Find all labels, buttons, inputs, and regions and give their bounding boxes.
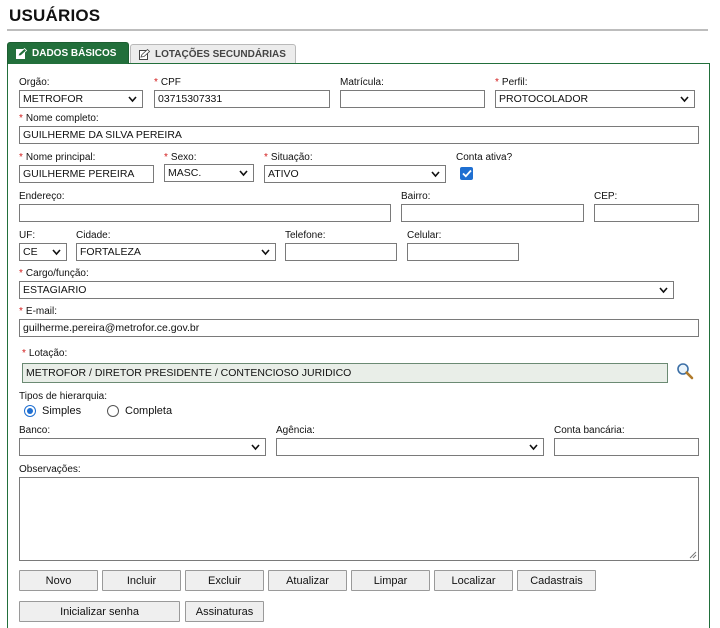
- hierarquia-label: Tipos de hierarquia:: [19, 391, 108, 402]
- conta-ativa-checkbox[interactable]: [460, 167, 473, 180]
- sexo-label: * Sexo:: [164, 152, 197, 163]
- page-title: USUÁRIOS: [9, 6, 101, 25]
- chevron-down-icon: [251, 444, 260, 451]
- perfil-value: PROTOCOLADOR: [499, 93, 589, 105]
- agencia-select[interactable]: [276, 438, 544, 456]
- email-input[interactable]: [19, 319, 699, 337]
- bairro-label: Bairro:: [401, 191, 431, 202]
- perfil-select[interactable]: PROTOCOLADOR: [495, 90, 695, 108]
- localizar-button[interactable]: Localizar: [434, 570, 513, 591]
- assinaturas-button[interactable]: Assinaturas: [185, 601, 264, 622]
- limpar-button[interactable]: Limpar: [351, 570, 430, 591]
- chevron-down-icon: [431, 171, 440, 178]
- incluir-button[interactable]: Incluir: [102, 570, 181, 591]
- email-label: * E-mail:: [19, 306, 58, 317]
- nome-principal-label: * Nome principal:: [19, 152, 96, 163]
- search-icon[interactable]: [676, 362, 694, 380]
- cidade-value: FORTALEZA: [80, 246, 141, 258]
- cep-label: CEP:: [594, 191, 618, 202]
- edit-icon: [139, 48, 150, 60]
- nome-completo-input[interactable]: [19, 126, 699, 144]
- matricula-input[interactable]: [340, 90, 485, 108]
- orgao-label: Orgão:: [19, 77, 50, 88]
- chevron-down-icon: [239, 170, 248, 177]
- tab-label: DADOS BÁSICOS: [32, 48, 117, 59]
- lotacao-label: * Lotação:: [22, 348, 68, 359]
- bairro-input[interactable]: [401, 204, 584, 222]
- hierarquia-simples-radio[interactable]: [24, 405, 36, 417]
- situacao-value: ATIVO: [268, 168, 299, 180]
- lotacao-input[interactable]: [22, 363, 668, 383]
- form-panel: Orgão: METROFOR *CPF Matrícula: *Perfil:…: [7, 63, 710, 628]
- hierarquia-completa-label: Completa: [125, 405, 173, 417]
- banco-select[interactable]: [19, 438, 266, 456]
- chevron-down-icon: [680, 96, 689, 103]
- telefone-label: Telefone:: [285, 230, 326, 241]
- cargo-value: ESTAGIARIO: [23, 284, 87, 296]
- excluir-button[interactable]: Excluir: [185, 570, 264, 591]
- cargo-select[interactable]: ESTAGIARIO: [19, 281, 674, 299]
- cpf-input[interactable]: [154, 90, 330, 108]
- chevron-down-icon: [529, 444, 538, 451]
- endereco-label: Endereço:: [19, 191, 65, 202]
- orgao-select[interactable]: METROFOR: [19, 90, 143, 108]
- cargo-label: * Cargo/função:: [19, 268, 89, 279]
- sexo-select[interactable]: MASC.: [164, 164, 254, 182]
- banco-label: Banco:: [19, 425, 51, 436]
- resize-grip-icon[interactable]: [689, 551, 697, 559]
- observacoes-textarea[interactable]: [19, 477, 699, 561]
- conta-bancaria-input[interactable]: [554, 438, 699, 456]
- tab-label: LOTAÇÕES SECUNDÁRIAS: [155, 48, 286, 60]
- nome-completo-label: * Nome completo:: [19, 113, 99, 124]
- situacao-select[interactable]: ATIVO: [264, 165, 446, 183]
- hierarquia-completa-radio[interactable]: [107, 405, 119, 417]
- celular-input[interactable]: [407, 243, 519, 261]
- chevron-down-icon: [128, 96, 137, 103]
- matricula-label: Matrícula:: [340, 77, 384, 88]
- chevron-down-icon: [52, 249, 61, 256]
- sexo-value: MASC.: [168, 167, 202, 179]
- chevron-down-icon: [261, 249, 270, 256]
- uf-label: UF:: [19, 230, 36, 241]
- cadastrais-button[interactable]: Cadastrais: [517, 570, 596, 591]
- atualizar-button[interactable]: Atualizar: [268, 570, 347, 591]
- cidade-select[interactable]: FORTALEZA: [76, 243, 276, 261]
- cidade-label: Cidade:: [76, 230, 111, 241]
- uf-value: CE: [23, 246, 38, 258]
- telefone-input[interactable]: [285, 243, 397, 261]
- orgao-value: METROFOR: [23, 93, 84, 105]
- endereco-input[interactable]: [19, 204, 391, 222]
- uf-select[interactable]: CE: [19, 243, 67, 261]
- edit-icon: [16, 48, 27, 59]
- conta-ativa-label: Conta ativa?: [456, 152, 513, 163]
- checkmark-icon: [461, 169, 472, 178]
- agencia-label: Agência:: [276, 425, 315, 436]
- cpf-label: * CPF: [154, 77, 181, 88]
- chevron-down-icon: [659, 287, 668, 294]
- conta-bancaria-label: Conta bancária:: [554, 425, 625, 436]
- celular-label: Celular:: [407, 230, 442, 241]
- situacao-label: * Situação:: [264, 152, 313, 163]
- perfil-label: * Perfil:: [495, 77, 528, 88]
- hierarquia-simples-label: Simples: [42, 405, 82, 417]
- tab-lotacoes-secundarias[interactable]: LOTAÇÕES SECUNDÁRIAS: [130, 44, 296, 64]
- title-divider: [7, 29, 708, 31]
- novo-button[interactable]: Novo: [19, 570, 98, 591]
- cep-input[interactable]: [594, 204, 699, 222]
- nome-principal-input[interactable]: [19, 165, 154, 183]
- observacoes-wrapper: [19, 477, 699, 561]
- observacoes-label: Observações:: [19, 464, 81, 475]
- inicializar-senha-button[interactable]: Inicializar senha: [19, 601, 180, 622]
- tab-dados-basicos[interactable]: DADOS BÁSICOS: [7, 42, 129, 64]
